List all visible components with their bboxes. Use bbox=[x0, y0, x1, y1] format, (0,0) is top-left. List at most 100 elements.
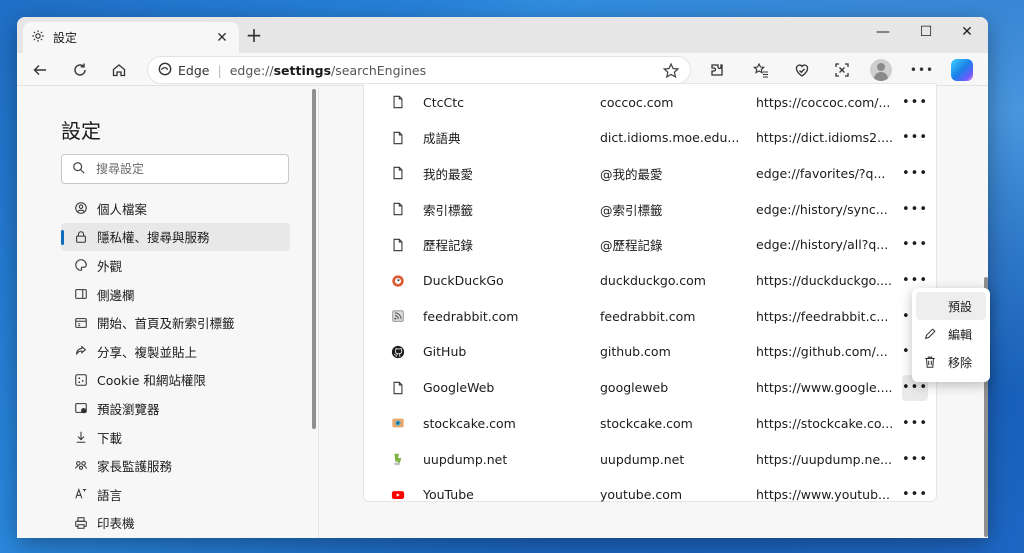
engine-url: edge://favorites/?q... bbox=[756, 165, 886, 181]
trash-icon bbox=[922, 354, 938, 370]
engine-keyword: github.com bbox=[600, 344, 671, 360]
sidebar-item-0[interactable]: 個人檔案 bbox=[61, 194, 290, 223]
tab-bar: 設定 ✕ + — ☐ ✕ bbox=[17, 17, 988, 53]
tab-settings[interactable]: 設定 ✕ bbox=[23, 22, 239, 53]
engine-keyword: @歷程記錄 bbox=[600, 238, 663, 254]
settings-sidebar: 設定 個人檔案隱私權、搜尋與服務外觀側邊欄開始、首頁及新索引標籤分享、複製並貼上… bbox=[17, 87, 319, 538]
youtube-icon bbox=[390, 487, 406, 503]
extensions-icon[interactable] bbox=[704, 57, 730, 83]
search-input[interactable] bbox=[96, 162, 276, 176]
more-actions-button[interactable]: ••• bbox=[902, 125, 928, 151]
engine-url: https://github.com/... bbox=[756, 344, 888, 360]
lock-icon bbox=[73, 229, 89, 245]
engine-keyword: uupdump.net bbox=[600, 451, 685, 467]
sidebar-scrollbar[interactable] bbox=[312, 89, 316, 429]
profile-avatar[interactable] bbox=[870, 59, 892, 81]
more-actions-button[interactable]: ••• bbox=[902, 410, 928, 436]
table-row: GoogleWeb googleweb https://www.google....… bbox=[364, 370, 938, 406]
toolbar: Edge | edge:// settings /searchEngines •… bbox=[17, 53, 988, 86]
search-icon bbox=[72, 161, 86, 178]
appearance-icon bbox=[73, 257, 89, 273]
search-settings-box[interactable] bbox=[61, 154, 289, 184]
engine-name: 成語典 bbox=[423, 131, 461, 147]
table-row: 歷程記錄 @歷程記錄 edge://history/all?q... ••• bbox=[364, 227, 938, 263]
more-actions-button[interactable]: ••• bbox=[902, 232, 928, 258]
engine-url: https://dict.idioms2.... bbox=[756, 130, 894, 146]
engine-url: https://stockcake.co... bbox=[756, 415, 894, 431]
engine-name: 索引標籤 bbox=[423, 202, 474, 218]
sidebar-item-6[interactable]: Cookie 和網站權限 bbox=[61, 366, 290, 395]
engine-name: 歷程記錄 bbox=[423, 238, 474, 254]
more-actions-button[interactable]: ••• bbox=[902, 196, 928, 222]
search-engines-panel: CtcCtc coccoc.com https://coccoc.com/... ••… bbox=[320, 83, 988, 538]
engine-name: YouTube bbox=[423, 487, 474, 503]
more-actions-button[interactable]: ••• bbox=[902, 446, 928, 472]
browser-essentials-icon[interactable] bbox=[789, 57, 815, 83]
sidebar-item-3[interactable]: 側邊欄 bbox=[61, 280, 290, 309]
table-row: feedrabbit.com feedrabbit.com https://feed… bbox=[364, 298, 938, 334]
printer-icon bbox=[73, 515, 89, 531]
edit-label: 編輯 bbox=[948, 327, 973, 342]
remove-menu-item[interactable]: 移除 bbox=[916, 348, 986, 376]
search-engines-list: CtcCtc coccoc.com https://coccoc.com/... ••… bbox=[363, 83, 937, 502]
minimize-button[interactable]: — bbox=[862, 17, 904, 47]
favorites-icon[interactable] bbox=[748, 57, 774, 83]
sidebar-icon bbox=[73, 286, 89, 302]
home-icon[interactable] bbox=[106, 57, 132, 83]
screenshot-icon[interactable] bbox=[829, 57, 855, 83]
edit-menu-item[interactable]: 編輯 bbox=[916, 320, 986, 348]
close-window-button[interactable]: ✕ bbox=[946, 17, 988, 47]
sidebar-item-7[interactable]: 預設瀏覽器 bbox=[61, 394, 290, 423]
page-title: 設定 bbox=[61, 119, 101, 143]
sidebar-item-label: 印表機 bbox=[97, 516, 135, 532]
engine-name: CtcCtc bbox=[423, 94, 465, 110]
sidebar-item-label: 語言 bbox=[97, 487, 123, 503]
duckduckgo-icon bbox=[390, 273, 406, 289]
new-tab-button[interactable]: + bbox=[243, 25, 265, 47]
engine-keyword: stockcake.com bbox=[600, 415, 693, 431]
tab-title: 設定 bbox=[53, 31, 78, 45]
sidebar-item-1[interactable]: 隱私權、搜尋與服務 bbox=[61, 222, 290, 252]
sidebar-item-label: 分享、複製並貼上 bbox=[97, 344, 198, 360]
engine-url: https://feedrabbit.c... bbox=[756, 308, 889, 324]
cookie-icon bbox=[73, 372, 89, 388]
browser-window: 設定 ✕ + — ☐ ✕ Edge | edge:// settings /se… bbox=[17, 17, 988, 538]
sidebar-item-label: Cookie 和網站權限 bbox=[97, 373, 206, 389]
address-bar[interactable]: Edge | edge:// settings /searchEngines bbox=[147, 56, 691, 84]
engine-name: GitHub bbox=[423, 344, 467, 360]
more-options-icon[interactable]: ••• bbox=[909, 57, 935, 83]
sidebar-item-8[interactable]: 下載 bbox=[61, 423, 290, 452]
back-icon[interactable] bbox=[27, 57, 53, 83]
sidebar-item-10[interactable]: 語言 bbox=[61, 480, 290, 509]
engine-keyword: googleweb bbox=[600, 380, 669, 396]
more-actions-button[interactable]: ••• bbox=[902, 160, 928, 186]
sidebar-item-label: 下載 bbox=[97, 430, 123, 446]
sidebar-item-11[interactable]: 印表機 bbox=[61, 509, 290, 538]
refresh-icon[interactable] bbox=[67, 57, 93, 83]
more-actions-button[interactable]: ••• bbox=[902, 89, 928, 115]
table-row: GitHubgithub.comhttps://github.com/...••… bbox=[364, 334, 938, 370]
engine-keyword: youtube.com bbox=[600, 487, 683, 503]
gear-icon bbox=[31, 29, 45, 46]
copilot-icon[interactable] bbox=[951, 59, 973, 81]
table-row: 成語典 dict.idioms.moe.edu... https://dict.id… bbox=[364, 120, 938, 156]
table-row: CtcCtc coccoc.com https://coccoc.com/... ••… bbox=[364, 84, 938, 120]
engine-keyword: @索引標籤 bbox=[600, 202, 663, 218]
maximize-button[interactable]: ☐ bbox=[905, 17, 947, 47]
feed-icon bbox=[390, 308, 406, 324]
url-path: /searchEngines bbox=[331, 62, 427, 78]
table-row: uupdump.net uupdump.net https://uupdump.ne… bbox=[364, 441, 938, 477]
table-row: YouTube youtube.com https://www.youtub... •… bbox=[364, 477, 938, 513]
close-tab-icon[interactable]: ✕ bbox=[213, 29, 231, 47]
sidebar-item-2[interactable]: 外觀 bbox=[61, 251, 290, 280]
favorite-star-icon[interactable] bbox=[662, 62, 680, 80]
settings-content: 設定 個人檔案隱私權、搜尋與服務外觀側邊欄開始、首頁及新索引標籤分享、複製並貼上… bbox=[17, 83, 988, 538]
sidebar-item-4[interactable]: 開始、首頁及新索引標籤 bbox=[61, 308, 290, 337]
sidebar-item-5[interactable]: 分享、複製並貼上 bbox=[61, 337, 290, 366]
engine-url: https://coccoc.com/... bbox=[756, 94, 891, 110]
make-default-menu-item[interactable]: 預設 bbox=[916, 292, 986, 320]
sidebar-item-9[interactable]: 家長監護服務 bbox=[61, 451, 290, 480]
engine-url: https://duckduckgo.... bbox=[756, 273, 892, 288]
share-icon bbox=[73, 343, 89, 359]
more-actions-button[interactable]: ••• bbox=[902, 482, 928, 508]
